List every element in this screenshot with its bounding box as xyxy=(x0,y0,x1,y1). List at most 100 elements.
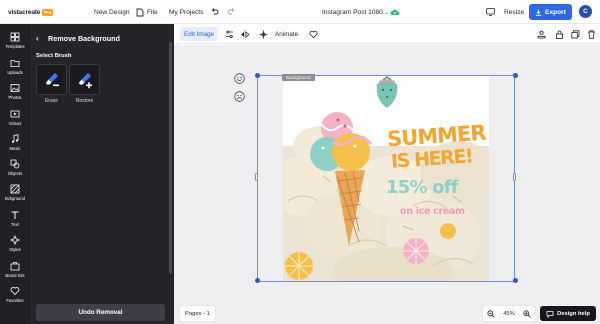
top-bar: vistacreate Pro New Design File My Proje… xyxy=(0,0,600,24)
rail-label: Templates xyxy=(5,44,25,49)
video-icon xyxy=(10,110,20,118)
rail-item-text[interactable]: Text xyxy=(0,208,30,234)
brand-kit-icon xyxy=(10,262,20,271)
export-label: Export xyxy=(545,8,566,16)
zoom-level[interactable]: 45% xyxy=(503,311,515,317)
redo-icon xyxy=(227,8,235,15)
templates-icon xyxy=(10,32,20,42)
zoom-in-icon[interactable] xyxy=(523,309,531,318)
rail-item-objects[interactable]: Objects xyxy=(0,157,30,183)
animate-button[interactable]: Animate xyxy=(275,24,298,44)
left-rail: Templates Uploads Photos Videos Music Ob… xyxy=(0,24,30,324)
present-icon xyxy=(486,8,495,16)
background-layer-tag: Background xyxy=(282,74,315,81)
rail-label: Brand Kits xyxy=(5,273,25,278)
logo-text: vistacreate xyxy=(8,8,41,16)
panel-header[interactable]: ‹ Remove Background xyxy=(36,34,120,43)
rail-label: Music xyxy=(9,146,21,151)
rail-label: Uploads xyxy=(7,70,23,75)
context-toolbar: Edit Image Animate xyxy=(174,24,600,44)
rail-item-background[interactable]: Bckground xyxy=(0,182,30,208)
layers-button[interactable] xyxy=(536,29,546,39)
chat-icon xyxy=(546,310,554,318)
download-icon xyxy=(535,9,542,16)
heart-icon xyxy=(309,30,317,38)
rail-item-templates[interactable]: Templates xyxy=(0,30,30,56)
restore-brush-icon xyxy=(78,72,92,88)
document-title[interactable]: Instagram Post 1080... xyxy=(322,0,388,24)
background-icon xyxy=(10,184,20,194)
lock-icon xyxy=(555,30,563,39)
adjust-icon xyxy=(225,29,233,38)
rail-item-styles[interactable]: Styles xyxy=(0,233,30,259)
panel-title: Remove Background xyxy=(48,34,120,43)
select-brush-heading: Select Brush xyxy=(36,53,72,59)
design-help-label: Design help xyxy=(557,310,590,317)
undo-button[interactable] xyxy=(211,0,219,24)
favorite-button[interactable] xyxy=(308,29,318,39)
styles-icon xyxy=(10,235,20,245)
erase-label: Erase xyxy=(44,98,59,104)
selection-frame[interactable] xyxy=(257,75,515,282)
back-icon[interactable]: ‹ xyxy=(36,34,44,43)
rail-label: Bckground xyxy=(4,196,26,201)
my-projects-link[interactable]: My Projects xyxy=(169,0,203,24)
sad-face-icon[interactable] xyxy=(234,91,245,102)
file-icon xyxy=(136,8,144,16)
cloud-saved-icon xyxy=(390,0,400,24)
rail-item-brand-kits[interactable]: Brand Kits xyxy=(0,259,30,285)
resize-handle-top-right[interactable] xyxy=(513,73,518,78)
zoom-out-icon[interactable] xyxy=(487,309,495,318)
smile-icon[interactable] xyxy=(234,73,245,84)
erase-brush-icon xyxy=(45,72,59,86)
file-menu[interactable]: File xyxy=(136,0,158,24)
avatar[interactable]: C xyxy=(579,5,592,18)
pages-button[interactable]: Pages - 1 xyxy=(180,306,215,321)
resize-handle-left[interactable] xyxy=(255,173,258,181)
restore-label: Restore xyxy=(75,98,94,104)
heart-icon xyxy=(10,287,20,296)
vistacreate-logo[interactable]: vistacreate Pro xyxy=(8,0,54,24)
crop-button[interactable] xyxy=(258,29,268,39)
new-design-link[interactable]: New Design xyxy=(94,0,130,24)
resize-button[interactable]: Resize xyxy=(504,0,524,24)
rail-label: Text xyxy=(11,222,19,227)
rail-label: Objects xyxy=(7,171,23,176)
resize-handle-top-left[interactable] xyxy=(255,73,260,78)
edit-image-button[interactable]: Edit Image xyxy=(180,27,219,41)
rail-item-photos[interactable]: Photos xyxy=(0,81,30,107)
duplicate-button[interactable] xyxy=(570,29,580,39)
rail-item-videos[interactable]: Videos xyxy=(0,107,30,133)
adjust-button[interactable] xyxy=(224,29,234,39)
restore-brush-button[interactable] xyxy=(69,64,100,95)
delete-button[interactable] xyxy=(586,29,596,39)
stamp-icon xyxy=(537,30,545,38)
resize-handle-right[interactable] xyxy=(513,173,516,181)
erase-brush-button[interactable] xyxy=(36,64,67,95)
rail-label: Photos xyxy=(8,95,22,100)
photo-icon xyxy=(10,84,20,92)
present-button[interactable] xyxy=(486,0,495,24)
zoom-control: 45% xyxy=(483,306,535,321)
canvas-area: SUMMER IS HERE! 15% off on ice cream Bac… xyxy=(174,45,600,324)
flip-button[interactable] xyxy=(240,29,250,39)
text-icon xyxy=(11,211,19,219)
rail-item-uploads[interactable]: Uploads xyxy=(0,56,30,82)
design-help-button[interactable]: Design help xyxy=(540,306,596,321)
objects-icon xyxy=(10,159,20,169)
rail-item-music[interactable]: Music xyxy=(0,132,30,158)
export-button[interactable]: Export xyxy=(529,4,572,20)
redo-button[interactable] xyxy=(227,0,235,24)
music-icon xyxy=(11,134,19,143)
rail-label: Favorites xyxy=(6,298,24,303)
resize-handle-bottom-right[interactable] xyxy=(513,278,518,283)
rail-item-favorites[interactable]: Favorites xyxy=(0,284,30,310)
folder-icon xyxy=(10,60,20,67)
rail-label: Styles xyxy=(9,247,21,252)
undo-removal-button[interactable]: Undo Removal xyxy=(36,304,165,321)
lock-button[interactable] xyxy=(554,29,564,39)
file-menu-label: File xyxy=(147,8,158,16)
crop-icon xyxy=(259,30,267,38)
resize-handle-bottom-left[interactable] xyxy=(255,278,260,283)
panel-scrollbar[interactable] xyxy=(169,42,172,274)
